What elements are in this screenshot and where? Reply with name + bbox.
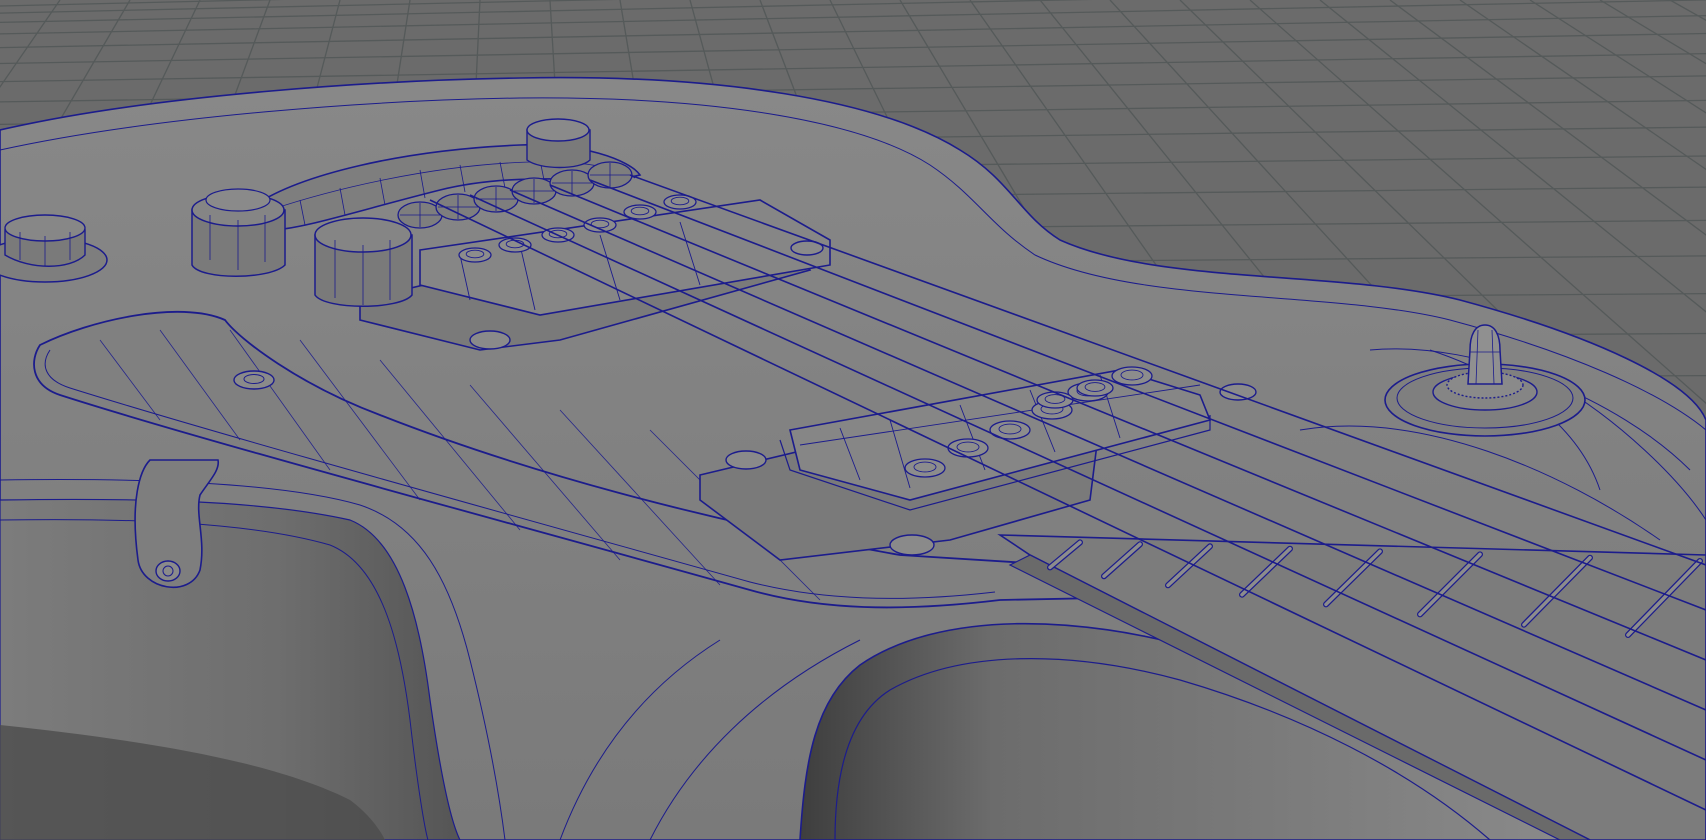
pickguard-screw-icon [233,370,275,390]
pickup-screw-icon [1219,383,1257,401]
tailpiece-stud-left [191,188,286,277]
pickup-screw-icon [889,534,935,556]
3d-viewport[interactable] [0,0,1706,840]
pickup-screw-icon [725,450,767,470]
viewport-canvas[interactable] [0,0,1706,840]
pickup-screw-icon [469,330,511,350]
tailpiece-stud-right [526,118,591,169]
bridge-post [314,217,413,307]
strap-button-icon [155,560,181,582]
